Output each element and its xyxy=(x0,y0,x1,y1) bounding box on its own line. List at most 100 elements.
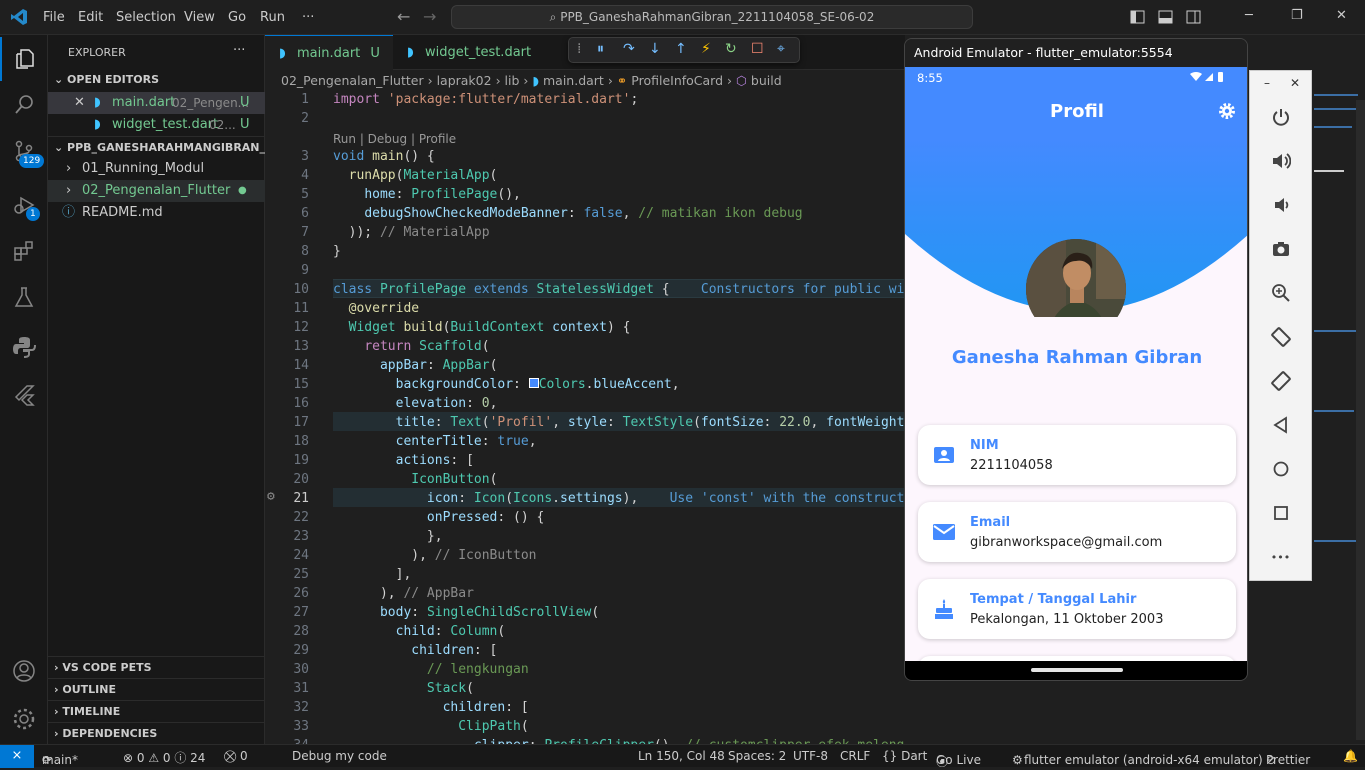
breadcrumb-item[interactable]: build xyxy=(751,73,782,88)
android-gesture-bar[interactable] xyxy=(905,661,1247,680)
line-number: 19 xyxy=(293,453,309,468)
dart-file-icon: ◗ xyxy=(94,95,101,110)
open-editor-widget-test[interactable]: ◗ widget_test.dart 02... U xyxy=(48,114,265,136)
tab-main-dart[interactable]: ◗ main.dart U xyxy=(265,35,393,70)
menu-file[interactable]: File xyxy=(43,10,65,25)
back-triangle-icon[interactable] xyxy=(1250,403,1311,447)
vscode-logo-icon xyxy=(10,8,28,26)
notifications-bell-icon[interactable]: 🔔 xyxy=(1343,749,1358,763)
hot-reload-icon[interactable]: ⚡ xyxy=(701,41,711,57)
line-number: 11 xyxy=(293,301,309,316)
back-arrow-icon[interactable]: ← xyxy=(397,7,410,26)
gear-icon[interactable]: ⚙ xyxy=(267,489,275,504)
close-window-icon[interactable]: ✕ xyxy=(1336,8,1347,23)
settings-gear-icon[interactable] xyxy=(1217,101,1237,125)
tab-widget-test[interactable]: ◗ widget_test.dart U xyxy=(393,35,543,95)
camera-icon[interactable] xyxy=(1250,227,1311,271)
codelens[interactable]: Run | Debug | Profile xyxy=(333,132,456,146)
stop-icon[interactable]: ☐ xyxy=(751,41,764,57)
command-center-search[interactable]: ⌕ PPB_GaneshaRahmanGibran_2211104058_SE-… xyxy=(451,5,973,29)
problems-indicator[interactable]: ⊗ 0 ⚠ 0 ⓘ 24 xyxy=(123,749,205,766)
rotate-left-icon[interactable] xyxy=(1250,315,1311,359)
extensions-icon[interactable] xyxy=(0,229,48,273)
run-debug-icon[interactable]: 1 xyxy=(0,183,48,227)
open-editor-main-dart[interactable]: ✕ ◗ main.dart 02_Pengen... U xyxy=(48,92,265,114)
menu-more[interactable]: ··· xyxy=(302,10,314,25)
breadcrumb-item[interactable]: ProfileInfoCard xyxy=(631,73,723,88)
menu-run[interactable]: Run xyxy=(260,10,285,25)
breadcrumb-item[interactable]: lib xyxy=(505,73,520,88)
volume-up-icon[interactable] xyxy=(1250,139,1311,183)
outline-header[interactable]: › OUTLINE xyxy=(48,678,265,700)
home-circle-icon[interactable] xyxy=(1250,447,1311,491)
emulator-minimize-button[interactable]: – xyxy=(1264,76,1270,90)
tree-item-running-modul[interactable]: › 01_Running_Modul xyxy=(48,158,265,180)
settings-gear-icon[interactable] xyxy=(0,697,48,741)
line-ending[interactable]: CRLF xyxy=(840,749,870,763)
open-editors-header[interactable]: ⌄ OPEN EDITORS xyxy=(48,69,265,91)
source-control-icon[interactable]: 129 xyxy=(0,129,48,173)
minimap-mark xyxy=(1314,126,1352,128)
explorer-more-button[interactable]: ··· xyxy=(233,43,245,58)
breadcrumb: 02_Pengenalan_Flutter › laprak02 › lib ›… xyxy=(265,70,905,92)
timeline-header[interactable]: › TIMELINE xyxy=(48,700,265,722)
line-number: 6 xyxy=(301,206,309,221)
flutter-icon[interactable] xyxy=(0,373,48,417)
pause-icon[interactable]: ⏸ xyxy=(597,41,604,57)
minimize-window-icon[interactable]: ─ xyxy=(1245,8,1253,23)
code-editor[interactable]: 1 2 3 4 5 6 7 8 9 10 11 12 13 14 15 16 17 18 19 20 21 22 23 24 2… xyxy=(265,92,905,744)
tree-item-label: 02_Pengenalan_Flutter xyxy=(82,183,231,198)
chevron-right-icon: › xyxy=(495,73,505,88)
menu-edit[interactable]: Edit xyxy=(78,10,103,25)
explorer-icon[interactable] xyxy=(0,37,48,81)
power-icon[interactable] xyxy=(1250,95,1311,139)
scrollbar-thumb[interactable] xyxy=(1356,100,1365,740)
tree-item-readme[interactable]: ⓘ README.md xyxy=(48,202,265,224)
close-icon[interactable]: ✕ xyxy=(74,92,85,114)
remote-indicator[interactable]: ⨯ xyxy=(0,745,34,768)
rotate-right-icon[interactable] xyxy=(1250,359,1311,403)
tree-item-pengenalan-flutter[interactable]: › 02_Pengenalan_Flutter ● xyxy=(48,180,265,202)
menu-selection[interactable]: Selection xyxy=(116,10,176,25)
account-icon[interactable] xyxy=(0,649,48,693)
step-out-icon[interactable]: ↑ xyxy=(675,41,687,57)
breadcrumb-item[interactable]: 02_Pengenalan_Flutter xyxy=(281,73,424,88)
line-number: 8 xyxy=(301,244,309,259)
encoding[interactable]: UTF-8 xyxy=(793,749,828,763)
project-header[interactable]: ⌄ PPB_GANESHARAHMANGIBRAN_2... xyxy=(48,136,265,158)
more-options-button[interactable]: ••• xyxy=(1250,535,1311,579)
testing-flask-icon[interactable] xyxy=(0,275,48,319)
layout-toggle-icons[interactable] xyxy=(1130,9,1210,25)
overview-square-icon[interactable] xyxy=(1250,491,1311,535)
inspect-widget-icon[interactable]: ⌖ xyxy=(777,41,785,57)
step-into-icon[interactable]: ↓ xyxy=(649,41,661,57)
python-icon[interactable] xyxy=(0,325,48,369)
breadcrumb-item[interactable]: laprak02 xyxy=(437,73,492,88)
code-line: @override xyxy=(348,301,420,316)
menu-view[interactable]: View xyxy=(184,10,215,25)
line-number: 33 xyxy=(293,719,309,734)
cursor-position[interactable]: Ln 150, Col 48 xyxy=(638,749,725,763)
ports-indicator[interactable]: ⛒ 0 xyxy=(224,749,248,764)
indentation[interactable]: Spaces: 2 xyxy=(728,749,786,763)
zoom-icon[interactable] xyxy=(1250,271,1311,315)
line-number: 25 xyxy=(293,567,309,582)
code-line: body: SingleChildScrollView( xyxy=(379,605,600,620)
volume-down-icon[interactable] xyxy=(1250,183,1311,227)
step-over-icon[interactable]: ↷ xyxy=(623,41,635,57)
restore-window-icon[interactable]: ❐ xyxy=(1291,8,1303,23)
line-number: 12 xyxy=(293,320,309,335)
emulator-close-button[interactable]: ✕ xyxy=(1290,76,1300,90)
debug-config[interactable]: Debug my code xyxy=(292,749,387,763)
language-mode[interactable]: {} Dart xyxy=(882,749,927,763)
dependencies-header[interactable]: › DEPENDENCIES xyxy=(48,722,265,744)
breadcrumb-item[interactable]: main.dart xyxy=(543,73,604,88)
forward-arrow-icon[interactable]: → xyxy=(423,7,436,26)
gesture-handle[interactable] xyxy=(1031,668,1123,672)
vscode-pets-header[interactable]: › VS CODE PETS xyxy=(48,656,265,678)
drag-handle-icon[interactable]: ⁞ xyxy=(577,41,581,57)
restart-icon[interactable]: ↻ xyxy=(725,41,737,57)
code-line: children: [ xyxy=(442,700,529,715)
menu-go[interactable]: Go xyxy=(228,10,246,25)
search-icon[interactable] xyxy=(0,83,48,127)
